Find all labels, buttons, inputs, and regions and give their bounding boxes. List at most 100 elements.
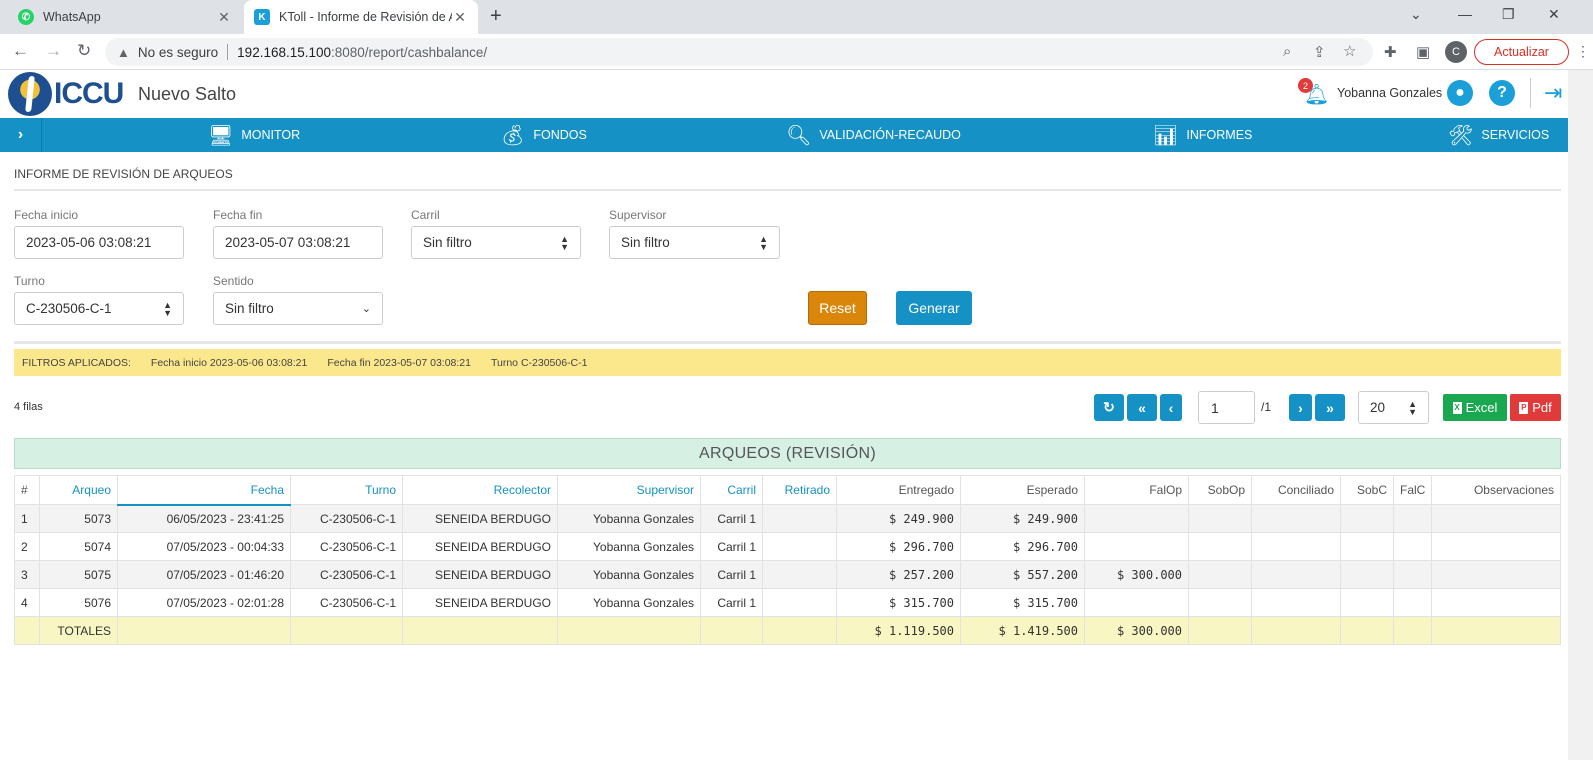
col-header-observaciones: Observaciones [1431, 475, 1561, 505]
extensions-icon[interactable]: ✚ [1384, 43, 1397, 61]
sidebar-toggle-button[interactable]: › [0, 118, 42, 152]
nav-item-informes[interactable]: 📊︎ INFORMES [1153, 118, 1252, 152]
close-icon[interactable]: ✕ [216, 9, 232, 26]
cell-carril: Carril 1 [700, 560, 763, 589]
nav-item-servicios[interactable]: 🛠︎ SERVICIOS [1448, 118, 1549, 152]
fecha-inicio-input[interactable]: 2023-05-06 03:08:21 [14, 226, 184, 259]
tab-whatsapp[interactable]: ✆ WhatsApp ✕ [8, 0, 242, 34]
supervisor-select[interactable]: Sin filtro ▲ ▼ [609, 226, 780, 259]
restore-icon[interactable]: ❐ [1502, 6, 1515, 23]
fecha-fin-input[interactable]: 2023-05-07 03:08:21 [213, 226, 383, 259]
zoom-icon[interactable]: ⌕ [1283, 43, 1291, 60]
cell-falc [1392, 532, 1433, 561]
nav-item-fondos[interactable]: 💰︎ FONDOS [500, 118, 587, 152]
menu-kebab-icon[interactable]: ⋮ [1576, 43, 1590, 60]
cell-arqueo: 5074 [39, 532, 118, 561]
export-excel-button[interactable]: X Excel [1443, 394, 1507, 421]
carril-select[interactable]: Sin filtro ▲ ▼ [411, 226, 581, 259]
minimize-icon[interactable]: — [1458, 6, 1472, 22]
cell-fecha: 07/05/2023 - 02:01:28 [117, 588, 291, 617]
page-number-input[interactable]: 1 [1198, 391, 1255, 424]
col-header-recolector[interactable]: Recolector [402, 475, 558, 505]
cell-entregado: $ 249.900 [836, 504, 961, 533]
bookmark-star-icon[interactable]: ☆ [1343, 42, 1356, 60]
chevron-right-icon: › [1298, 399, 1303, 416]
col-header-fecha[interactable]: Fecha [117, 475, 291, 506]
first-page-button[interactable]: « [1127, 394, 1157, 421]
cell-observaciones [1431, 532, 1561, 561]
reload-icon[interactable]: ↻ [77, 41, 91, 61]
refresh-button[interactable]: ↻ [1094, 394, 1124, 421]
logout-icon[interactable]: ⇥ [1544, 80, 1562, 106]
back-icon[interactable]: ← [12, 41, 29, 61]
close-window-icon[interactable]: ✕ [1548, 6, 1560, 23]
cell-recolector: SENEIDA BERDUGO [402, 532, 558, 561]
col-header-turno[interactable]: Turno [290, 475, 403, 505]
page-scrollbar[interactable] [1568, 70, 1593, 760]
tab-ktoll[interactable]: K KToll - Informe de Revisión de Ar ✕ [244, 0, 478, 34]
col-header-carril[interactable]: Carril [700, 475, 763, 505]
side-panel-icon[interactable]: ▣ [1416, 43, 1430, 61]
share-icon[interactable]: ⇪ [1313, 43, 1326, 61]
divider [227, 44, 229, 60]
close-icon[interactable]: ✕ [452, 9, 468, 26]
tab-search-icon[interactable]: ⌄ [1410, 6, 1422, 23]
divider [1530, 78, 1531, 108]
cell-index: 2 [14, 532, 40, 561]
warning-icon: ▲ [117, 44, 130, 60]
tab-title: WhatsApp [43, 10, 101, 24]
sentido-select[interactable]: Sin filtro ⌄ [213, 292, 383, 325]
nav-item-label: INFORMES [1186, 128, 1253, 142]
new-tab-icon[interactable]: + [490, 5, 502, 28]
col-header-supervisor[interactable]: Supervisor [557, 475, 701, 505]
carril-label: Carril [411, 208, 440, 222]
reset-button[interactable]: Reset [808, 291, 867, 325]
table-row[interactable]: 3 5075 07/05/2023 - 01:46:20 C-230506-C-… [14, 560, 1561, 589]
user-account-icon[interactable]: ● [1447, 80, 1473, 106]
cell-sobc [1340, 588, 1394, 617]
cell-esperado: $ 296.700 [960, 532, 1085, 561]
nav-item-monitor[interactable]: 🖥︎ MONITOR [208, 118, 300, 152]
divider [14, 341, 1561, 344]
table-header-row: # Arqueo Fecha Turno Recolector Supervis… [14, 475, 1561, 506]
logo-text: ICCU [54, 77, 124, 110]
total-entregado: $ 1.119.500 [836, 616, 961, 645]
tools-icon: 🛠︎ [1448, 124, 1474, 147]
turno-select[interactable]: C-230506-C-1 ▲ ▼ [14, 292, 184, 325]
cell-turno: C-230506-C-1 [290, 532, 403, 561]
cell-arqueo: 5073 [39, 504, 118, 533]
notifications-button[interactable]: 🔔︎ 2 [1298, 78, 1329, 106]
generate-button[interactable]: Generar [896, 291, 972, 325]
last-page-button[interactable]: » [1315, 394, 1345, 421]
cell-turno: C-230506-C-1 [290, 560, 403, 589]
monitor-icon: 🖥︎ [208, 124, 234, 147]
cell-carril: Carril 1 [700, 588, 763, 617]
next-page-button[interactable]: › [1289, 394, 1312, 421]
nav-item-validacion-recaudo[interactable]: 🔍︎ VALIDACIÓN-RECAUDO [786, 118, 961, 152]
profile-avatar[interactable]: C [1445, 41, 1467, 63]
cell-recolector: SENEIDA BERDUGO [402, 560, 558, 589]
col-header-arqueo[interactable]: Arqueo [39, 475, 118, 505]
page-size-select[interactable]: 20 ▲ ▼ [1358, 391, 1429, 424]
url-text: 192.168.15.100:8080/report/cashbalance/ [237, 45, 487, 60]
fecha-inicio-label: Fecha inicio [14, 208, 79, 222]
address-bar[interactable]: ▲ No es seguro 192.168.15.100:8080/repor… [105, 38, 1373, 66]
chevron-down-icon: ⌄ [361, 302, 371, 315]
applied-filters-label: FILTROS APLICADOS: [22, 356, 131, 369]
table-row[interactable]: 2 5074 07/05/2023 - 00:04:33 C-230506-C-… [14, 532, 1561, 561]
col-header-retirado[interactable]: Retirado [762, 475, 837, 505]
cell-falc [1392, 504, 1433, 533]
cell-retirado [762, 560, 837, 589]
table-row[interactable]: 1 5073 06/05/2023 - 23:41:25 C-230506-C-… [14, 504, 1561, 533]
cell-entregado: $ 296.700 [836, 532, 961, 561]
table-row[interactable]: 4 5076 07/05/2023 - 02:01:28 C-230506-C-… [14, 588, 1561, 617]
url-path: :8080/report/cashbalance/ [331, 44, 488, 60]
update-button[interactable]: Actualizar [1474, 39, 1569, 65]
help-icon[interactable]: ? [1489, 80, 1515, 106]
applied-filter-item: Fecha inicio 2023-05-06 03:08:21 [150, 356, 308, 369]
export-pdf-button[interactable]: P Pdf [1510, 394, 1561, 421]
prev-page-button[interactable]: ‹ [1160, 394, 1182, 421]
forward-icon[interactable]: → [45, 41, 62, 61]
table-title: ARQUEOS (REVISIÓN) [14, 438, 1561, 469]
total-esperado: $ 1.419.500 [960, 616, 1085, 645]
